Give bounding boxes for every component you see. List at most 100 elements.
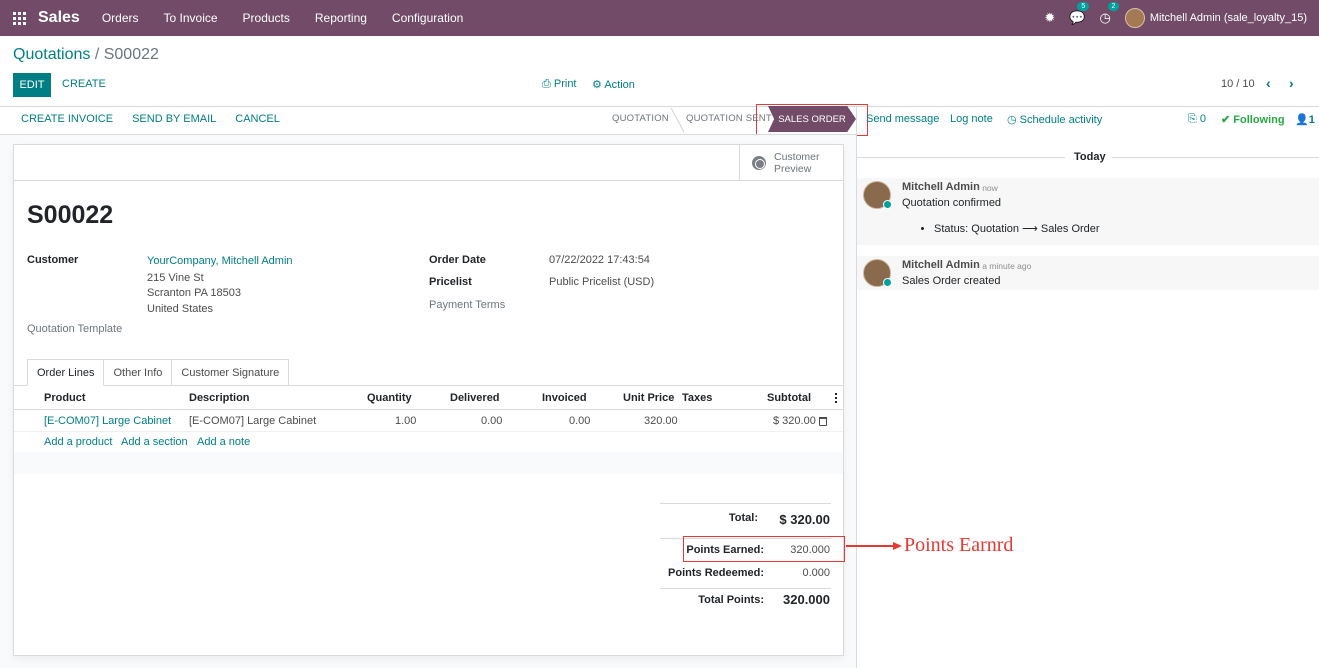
col-product[interactable]: Product <box>44 392 86 404</box>
check-icon: ✔ <box>1221 114 1231 126</box>
user-name: Mitchell Admin (sale_loyalty_15) <box>1149 12 1307 24</box>
print-button[interactable]: ⎙ Print <box>542 78 577 91</box>
pager-previous-icon[interactable]: ‹ <box>1266 75 1271 91</box>
pricelist-label: Pricelist <box>429 276 472 288</box>
paperclip-icon: ⎘ <box>1188 113 1197 125</box>
add-product-link[interactable]: Add a product <box>44 436 113 448</box>
statusbar-buttons: CREATE INVOICE SEND BY EMAIL CANCEL <box>21 113 280 125</box>
col-taxes[interactable]: Taxes <box>682 392 712 404</box>
col-invoiced[interactable]: Invoiced <box>542 392 587 404</box>
pricelist-value: Public Pricelist (USD) <box>549 276 655 288</box>
menu-to-invoice[interactable]: To Invoice <box>164 11 218 25</box>
apps-menu-icon[interactable] <box>0 0 38 36</box>
customer-street: 215 Vine St <box>147 272 204 284</box>
col-description[interactable]: Description <box>189 392 250 404</box>
col-unit-price[interactable]: Unit Price <box>623 392 674 404</box>
add-section-link[interactable]: Add a section <box>121 436 188 448</box>
document-title: S00022 <box>27 201 114 229</box>
gear-icon: ⚙ <box>592 79 602 91</box>
print-icon: ⎙ <box>542 78 551 90</box>
annotation-label: Points Earnrd <box>904 534 1014 556</box>
tracking-bullet <box>921 227 924 230</box>
chatter-message[interactable]: Mitchell Admin - now Quotation confirmed… <box>857 178 1319 245</box>
online-status-icon <box>883 200 892 209</box>
user-avatar <box>1124 8 1145 28</box>
stage-quotation[interactable]: QUOTATION <box>612 113 669 124</box>
date-separator-line-right <box>1112 157 1319 158</box>
tab-order-lines[interactable]: Order Lines <box>27 359 105 386</box>
col-quantity[interactable]: Quantity <box>367 392 412 404</box>
app-name[interactable]: Sales <box>38 9 80 27</box>
date-separator-line-left <box>857 157 1065 158</box>
points-earned-highlight-box <box>683 536 845 562</box>
add-line-row: Add a product Add a section Add a note <box>14 432 843 452</box>
user-menu[interactable]: Mitchell Admin (sale_loyalty_15) <box>1124 8 1307 28</box>
table-row[interactable]: [E-COM07] Large Cabinet [E-COM07] Large … <box>14 410 843 432</box>
optional-columns-icon[interactable] <box>835 393 837 403</box>
send-message-button[interactable]: Send message <box>866 113 939 125</box>
breadcrumb: Quotations / S00022 <box>13 46 159 64</box>
customer-name-link[interactable]: YourCompany, Mitchell Admin <box>147 255 293 267</box>
button-box: Customer Preview <box>14 145 843 181</box>
menu-reporting[interactable]: Reporting <box>315 11 367 25</box>
attachments-button[interactable]: ⎘ 0 <box>1188 113 1206 126</box>
points-redeemed-label: Points Redeemed: <box>668 567 764 579</box>
message-body: Sales Order created <box>902 275 1001 287</box>
activities-clock-icon[interactable]: ◷ 2 <box>1100 2 1120 26</box>
totals-bottom-line <box>660 588 831 589</box>
menu-products[interactable]: Products <box>243 11 290 25</box>
col-subtotal[interactable]: Subtotal <box>767 392 811 404</box>
total-value: $ 320.00 <box>779 512 830 527</box>
menu-configuration[interactable]: Configuration <box>392 11 463 25</box>
order-lines-header: Product Description Quantity Delivered I… <box>14 386 843 410</box>
line-delivered: 0.00 <box>481 415 503 427</box>
customer-preview-line-2: Preview <box>774 163 812 175</box>
cancel-button[interactable]: CANCEL <box>235 113 280 125</box>
add-note-link[interactable]: Add a note <box>197 436 250 448</box>
line-invoiced: 0.00 <box>569 415 591 427</box>
send-by-email-button[interactable]: SEND BY EMAIL <box>132 113 216 125</box>
tab-customer-signature[interactable]: Customer Signature <box>172 359 290 386</box>
trash-icon[interactable] <box>819 417 827 426</box>
create-button[interactable]: CREATE <box>62 78 106 90</box>
tab-other-info[interactable]: Other Info <box>104 359 173 386</box>
line-quantity: 1.00 <box>395 415 417 427</box>
pager-next-icon[interactable]: › <box>1289 75 1294 91</box>
customer-preview-button[interactable]: Customer Preview <box>739 145 843 181</box>
message-time: - now <box>977 183 998 193</box>
breadcrumb-quotations[interactable]: Quotations <box>13 46 90 63</box>
following-label: Following <box>1233 114 1285 126</box>
date-separator: Today <box>1074 151 1106 163</box>
followers-button[interactable]: 👤1 <box>1295 113 1315 126</box>
create-invoice-button[interactable]: CREATE INVOICE <box>21 113 113 125</box>
line-subtotal: $ 320.00 <box>773 415 816 427</box>
chatter-message[interactable]: Mitchell Admin - a minute ago Sales Orde… <box>857 256 1319 290</box>
log-note-button[interactable]: Log note <box>950 113 993 125</box>
message-author[interactable]: Mitchell Admin <box>902 259 980 271</box>
points-redeemed-value: 0.000 <box>802 567 830 579</box>
order-date-value: 07/22/2022 17:43:54 <box>549 254 650 266</box>
line-product[interactable]: [E-COM07] Large Cabinet <box>44 415 171 427</box>
customer-preview-label: Customer Preview <box>774 151 820 175</box>
col-delivered[interactable]: Delivered <box>450 392 500 404</box>
control-panel-divider <box>0 106 1319 107</box>
message-body: Quotation confirmed <box>902 197 1002 209</box>
following-button[interactable]: ✔ Following <box>1221 113 1285 126</box>
annotation-arrow-line <box>846 545 896 547</box>
breadcrumb-separator: / <box>90 46 104 63</box>
messages-icon[interactable]: 💬 5 <box>1069 2 1090 26</box>
debug-bug-icon[interactable]: ✹ <box>1044 10 1055 26</box>
customer-label: Customer <box>27 254 79 266</box>
attachments-count: 0 <box>1199 113 1206 125</box>
schedule-activity-button[interactable]: ◷ Schedule activity <box>1007 113 1102 126</box>
menu-orders[interactable]: Orders <box>102 11 139 25</box>
quotation-template-label: Quotation Template <box>27 323 123 335</box>
activities-badge: 2 <box>1107 2 1120 11</box>
message-author[interactable]: Mitchell Admin <box>902 181 980 193</box>
payment-terms-label: Payment Terms <box>429 299 506 311</box>
customer-preview-line-1: Customer <box>774 151 820 163</box>
edit-button[interactable]: EDIT <box>13 73 51 97</box>
action-button[interactable]: ⚙ Action <box>592 78 635 91</box>
pager-value[interactable]: 10 / 10 <box>1221 78 1255 90</box>
schedule-activity-label: Schedule activity <box>1019 114 1103 126</box>
